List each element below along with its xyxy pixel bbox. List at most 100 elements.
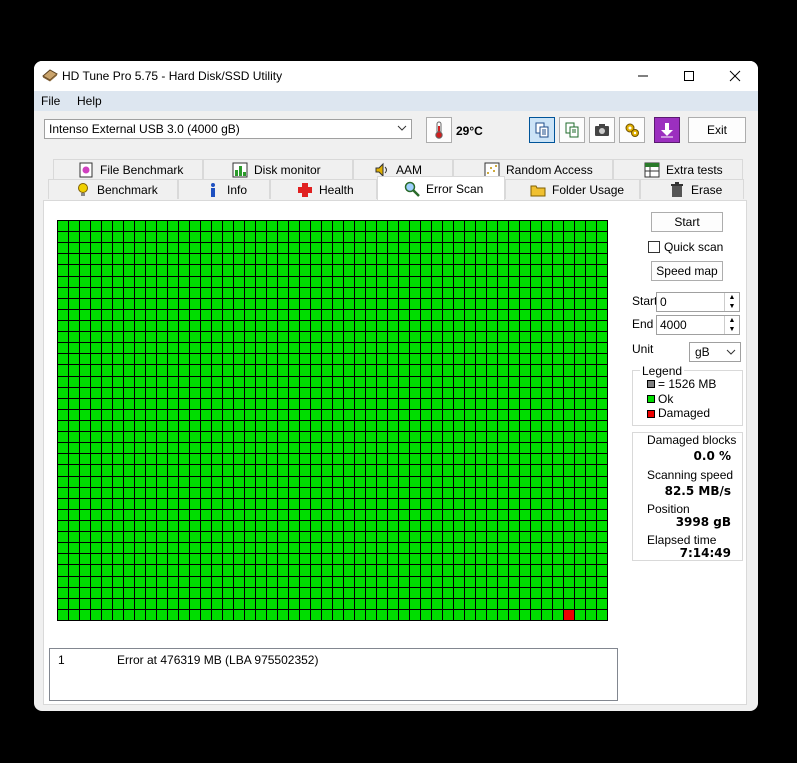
tab-disk-monitor[interactable]: Disk monitor xyxy=(203,159,353,179)
unit-select[interactable]: gB xyxy=(689,342,741,362)
quick-scan-checkbox[interactable] xyxy=(648,241,660,253)
ok-block xyxy=(421,465,431,476)
ok-block xyxy=(476,565,486,576)
speed-map-button[interactable]: Speed map xyxy=(651,261,723,281)
ok-block xyxy=(311,554,321,565)
options-button[interactable] xyxy=(619,117,645,143)
ok-block xyxy=(146,520,156,532)
tab-health[interactable]: Health xyxy=(270,179,377,199)
menu-help[interactable]: Help xyxy=(77,94,102,108)
tab-error-scan[interactable]: Error Scan xyxy=(377,176,505,200)
ok-block xyxy=(465,420,475,432)
ok-block xyxy=(597,543,607,554)
start-scan-button[interactable]: Start xyxy=(651,212,723,232)
copy-text-button[interactable] xyxy=(529,117,555,143)
ok-block xyxy=(377,343,387,354)
ok-block xyxy=(201,432,211,443)
ok-block xyxy=(300,432,310,443)
start-input[interactable]: 0 ▲ ▼ xyxy=(656,292,740,312)
ok-block xyxy=(212,354,222,365)
ok-block xyxy=(256,498,266,509)
ok-block xyxy=(586,509,596,520)
ok-block xyxy=(476,587,486,598)
ok-block xyxy=(223,465,233,476)
ok-block xyxy=(575,543,585,554)
ok-block xyxy=(278,454,288,465)
ok-block xyxy=(333,398,343,409)
temperature-button[interactable] xyxy=(426,117,452,143)
tab-benchmark[interactable]: Benchmark xyxy=(48,179,178,199)
ok-block xyxy=(520,365,530,376)
ok-block xyxy=(344,243,354,254)
ok-block xyxy=(366,487,376,498)
ok-block xyxy=(355,320,365,332)
ok-block xyxy=(575,498,585,509)
ok-block xyxy=(454,276,464,287)
ok-block xyxy=(542,376,552,387)
ok-block xyxy=(388,498,398,509)
tab-info[interactable]: Info xyxy=(178,179,270,199)
screenshot-button[interactable] xyxy=(589,117,615,143)
ok-block xyxy=(498,376,508,387)
ok-block xyxy=(267,509,277,520)
spin-up-icon[interactable]: ▲ xyxy=(724,293,739,302)
ok-block xyxy=(476,254,486,265)
ok-block xyxy=(322,476,332,487)
ok-block xyxy=(366,265,376,276)
ok-block xyxy=(520,221,530,232)
ok-block xyxy=(542,232,552,243)
spin-up-icon[interactable]: ▲ xyxy=(724,316,739,325)
ok-block xyxy=(234,232,244,243)
ok-block xyxy=(179,554,189,565)
copy-all-button[interactable] xyxy=(559,117,585,143)
ok-block xyxy=(278,343,288,354)
ok-block xyxy=(322,343,332,354)
ok-block xyxy=(421,243,431,254)
ok-block xyxy=(124,520,134,532)
ok-block xyxy=(157,476,167,487)
spin-down-icon[interactable]: ▼ xyxy=(724,325,739,334)
ok-block xyxy=(476,276,486,287)
drive-select[interactable]: Intenso External USB 3.0 (4000 gB) xyxy=(44,119,412,139)
end-input[interactable]: 4000 ▲ ▼ xyxy=(656,315,740,335)
ok-block xyxy=(531,309,541,320)
ok-block xyxy=(586,365,596,376)
ok-block xyxy=(146,254,156,265)
tab-file-benchmark[interactable]: File Benchmark xyxy=(53,159,203,179)
ok-block xyxy=(234,587,244,598)
ok-block xyxy=(311,498,321,509)
ok-block xyxy=(476,309,486,320)
tab-erase[interactable]: Erase xyxy=(640,179,744,199)
close-button[interactable] xyxy=(712,61,758,91)
save-button[interactable] xyxy=(654,117,680,143)
error-list[interactable]: 1 Error at 476319 MB (LBA 975502352) xyxy=(49,648,618,701)
ok-block xyxy=(465,254,475,265)
ok-block xyxy=(575,343,585,354)
ok-block xyxy=(377,243,387,254)
ok-block xyxy=(564,276,574,287)
ok-block xyxy=(542,221,552,232)
menu-file[interactable]: File xyxy=(41,94,60,108)
ok-block xyxy=(69,587,79,598)
ok-block xyxy=(300,465,310,476)
ok-block xyxy=(124,254,134,265)
ok-block xyxy=(69,443,79,454)
ok-block xyxy=(234,554,244,565)
info-icon xyxy=(205,182,221,198)
ok-block xyxy=(410,387,420,398)
ok-block xyxy=(531,454,541,465)
ok-block xyxy=(157,343,167,354)
ok-block xyxy=(245,320,255,332)
spin-down-icon[interactable]: ▼ xyxy=(724,302,739,311)
exit-button[interactable]: Exit xyxy=(688,117,746,143)
ok-block xyxy=(487,343,497,354)
tab-extra-tests[interactable]: Extra tests xyxy=(613,159,743,179)
ok-block xyxy=(157,420,167,432)
ok-block xyxy=(124,320,134,332)
ok-block xyxy=(278,365,288,376)
minimize-button[interactable] xyxy=(620,61,666,91)
maximize-button[interactable] xyxy=(666,61,712,91)
ok-block xyxy=(344,465,354,476)
ok-block xyxy=(322,432,332,443)
tab-folder-usage[interactable]: Folder Usage xyxy=(505,179,640,199)
